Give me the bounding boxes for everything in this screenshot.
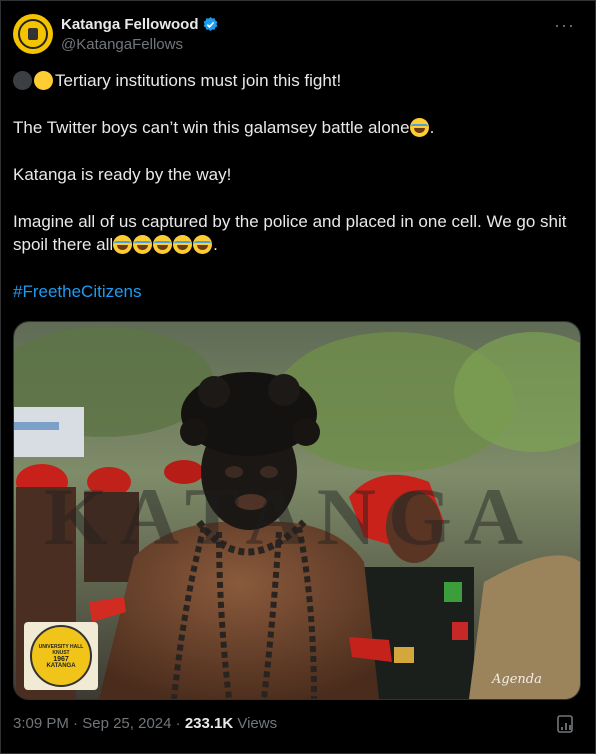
tweet-text: Tertiary institutions must join this fig… — [13, 69, 585, 327]
tweet-line-5: #FreetheCitizens — [13, 280, 585, 303]
photographer-signature: Agenda — [492, 672, 542, 687]
author-name[interactable]: Katanga Fellowood — [61, 16, 199, 33]
tweet-header: Katanga Fellowood @KatangaFellows — [13, 14, 219, 54]
badge-bottom-text: KATANGA — [46, 662, 76, 669]
tears-of-joy-emoji-icon — [113, 235, 133, 254]
tweet-card: Katanga Fellowood @KatangaFellows ··· Te… — [0, 0, 596, 754]
crest-badge: UNIVERSITY HALL KNUST 1967 KATANGA — [24, 622, 98, 690]
tears-of-joy-emoji-icon — [193, 235, 213, 254]
tweet-line-1: Tertiary institutions must join this fig… — [13, 69, 585, 92]
avatar[interactable] — [13, 14, 53, 54]
badge-top-text: UNIVERSITY HALL KNUST — [38, 643, 84, 656]
tears-of-joy-emoji-icon — [133, 235, 153, 254]
tweet-photo[interactable]: KATANGA UNIVERSITY HALL KNUST 1967 KATAN… — [13, 321, 581, 700]
views-count: 233.1K — [184, 715, 234, 732]
tweet-line-4: Imagine all of us captured by the police… — [13, 212, 567, 254]
verified-badge-icon — [203, 16, 217, 31]
yellow-circle-emoji — [34, 71, 53, 90]
crest-icon — [18, 19, 48, 49]
hashtag-link[interactable]: #FreetheCitizens — [13, 282, 142, 301]
black-circle-emoji — [13, 71, 32, 90]
badge-year: 1967 — [53, 655, 69, 663]
tears-of-joy-emoji-icon — [173, 235, 193, 254]
tears-of-joy-emoji-icon — [409, 118, 429, 137]
tweet-time[interactable]: 3:09 PM — [13, 715, 69, 732]
ellipsis-icon[interactable]: ··· — [554, 15, 575, 36]
author-block: Katanga Fellowood @KatangaFellows — [61, 14, 219, 53]
tweet-metadata: 3:09 PM · Sep 25, 2024 · 233.1K Views — [13, 715, 278, 732]
author-handle[interactable]: @KatangaFellows — [61, 36, 219, 53]
watermark: KATANGA — [44, 471, 535, 562]
tweet-date[interactable]: Sep 25, 2024 — [82, 715, 171, 732]
tears-of-joy-emoji-icon — [153, 235, 173, 254]
tweet-line-3: Katanga is ready by the way! — [13, 165, 232, 184]
views-label: Views — [233, 715, 278, 732]
tweet-line-2: The Twitter boys can’t win this galamsey… — [13, 118, 435, 137]
analytics-icon[interactable] — [557, 715, 575, 735]
